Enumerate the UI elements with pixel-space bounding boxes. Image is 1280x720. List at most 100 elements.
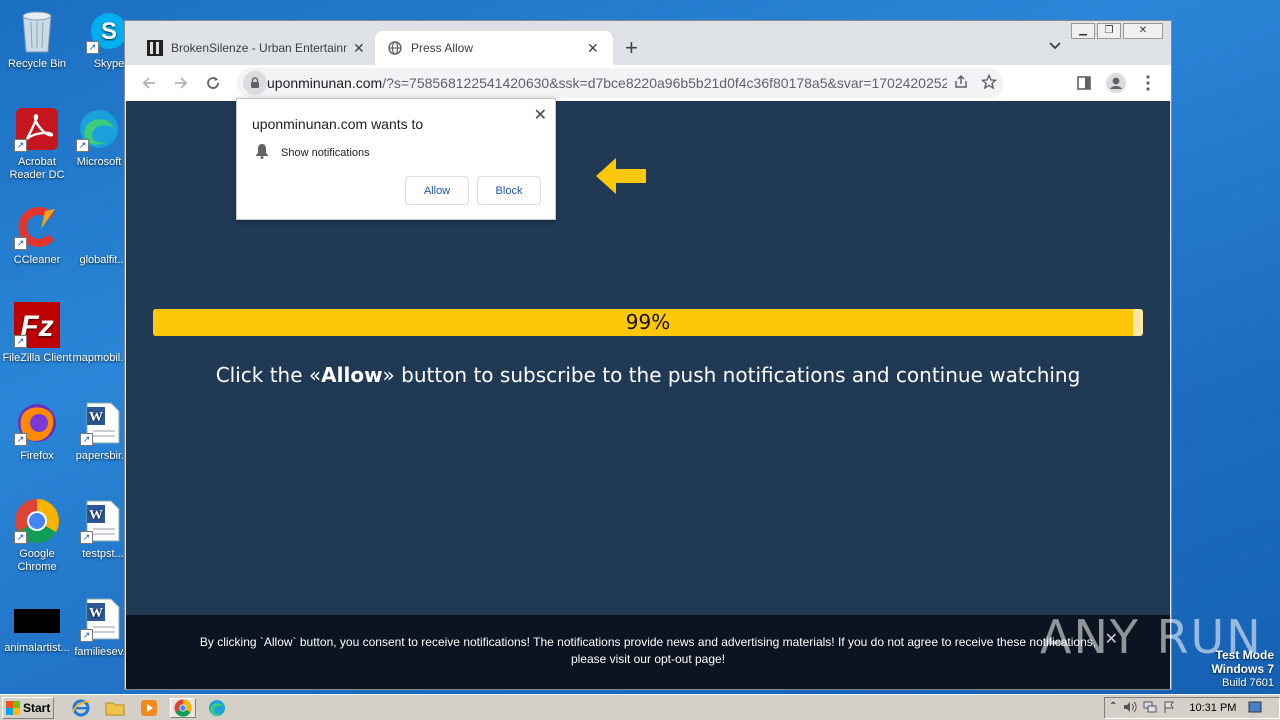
tab-search-chevron-icon[interactable] [1049, 39, 1061, 53]
chrome-icon: ↗ [14, 498, 60, 544]
word-document-icon: W ↗ [80, 400, 126, 446]
bookmark-star-icon[interactable] [981, 74, 997, 90]
desktop-icon-label: Skype [93, 58, 125, 70]
taskbar: Start ⌃ 10:31 PM [0, 694, 1280, 720]
desktop-icon-label: Recycle Bin [7, 58, 67, 70]
forward-button[interactable] [165, 67, 197, 99]
globe-icon [387, 40, 403, 56]
progress-label: 99% [625, 310, 671, 334]
headline-text: Click the « [215, 363, 322, 387]
test-mode-label: Test Mode [1215, 648, 1274, 662]
tab-brokensilenze[interactable]: BrokenSilenze - Urban Entertainment ✕ [135, 31, 377, 65]
consent-text: ! [721, 652, 726, 666]
arrow-right-icon [175, 77, 188, 89]
svg-text:S: S [101, 18, 117, 45]
profile-avatar-icon[interactable] [1101, 68, 1131, 98]
desktop-icon-animalartist[interactable]: animalartist... [0, 604, 74, 655]
desktop-icon-filezilla[interactable]: Fz ↗ FileZilla Client [0, 302, 74, 365]
chrome-taskbar-icon[interactable] [170, 698, 196, 718]
word-document-icon: W ↗ [80, 498, 126, 544]
url-host: uponminunan.com [267, 75, 383, 91]
filezilla-icon: Fz ↗ [14, 302, 60, 348]
desktop-icon-google-chrome[interactable]: ↗ Google Chrome [0, 498, 74, 574]
side-panel-icon[interactable] [1069, 68, 1099, 98]
tab-strip: BrokenSilenze - Urban Entertainment ✕ Pr… [125, 29, 1171, 65]
prompt-title: uponminunan.com wants to [252, 116, 424, 132]
start-button[interactable]: Start [2, 697, 54, 719]
black-thumbnail-icon [14, 604, 60, 638]
desktop-icon-firefox[interactable]: ↗ Firefox [0, 400, 74, 463]
headline-text: » button to subscribe to the push notifi… [382, 363, 1081, 387]
blank-document-icon [80, 204, 126, 250]
tray-chevron-up-icon[interactable]: ⌃ [1109, 701, 1117, 716]
prompt-close-icon[interactable]: ✕ [534, 105, 547, 125]
edge-taskbar-icon[interactable] [204, 698, 230, 718]
edge-icon: ↗ [76, 106, 122, 152]
back-button[interactable] [133, 67, 165, 99]
ccleaner-icon: ↗ [14, 204, 60, 250]
desktop-icon-label: Microsoft [76, 156, 122, 168]
tab-close-icon[interactable]: ✕ [587, 40, 599, 57]
desktop-icon-ccleaner[interactable]: ↗ CCleaner [0, 204, 74, 267]
desktop-icon-recycle-bin[interactable]: Recycle Bin [0, 8, 74, 71]
reload-button[interactable] [197, 67, 229, 99]
share-icon[interactable] [953, 74, 969, 90]
media-player-icon[interactable] [136, 698, 162, 718]
svg-text:W: W [89, 410, 103, 425]
progress-bar: 99% [153, 309, 1143, 336]
consent-text-line2: please visit our opt-out page! [126, 651, 1170, 668]
desktop-icon-label: testpst... [82, 548, 124, 560]
consent-text: By clicking `Allow` button, you consent … [199, 635, 1097, 649]
word-document-icon: W ↗ [80, 596, 126, 642]
headline-bold-allow: Allow [321, 363, 383, 387]
tab-title: BrokenSilenze - Urban Entertainment [171, 41, 347, 55]
volume-icon[interactable] [1123, 701, 1137, 716]
ie-icon[interactable] [68, 698, 94, 718]
windows-version-label: Windows 7 [1211, 662, 1274, 676]
permission-label: Show notifications [281, 146, 370, 159]
system-tray: ⌃ 10:31 PM [1104, 697, 1280, 719]
recycle-bin-icon [14, 8, 60, 54]
acrobat-icon: ↗ [14, 106, 60, 152]
allow-button[interactable]: Allow [405, 176, 469, 205]
desktop-icon-label: mapmobil... [72, 352, 130, 364]
system-info: Test Mode Windows 7 Build 7601 [1211, 648, 1274, 690]
desktop-icon-label: Google Chrome [17, 548, 57, 573]
start-label: Start [23, 701, 51, 715]
tab-close-icon[interactable]: ✕ [353, 40, 365, 57]
quick-launch [68, 698, 230, 718]
desktop-icon-label: globalfit... [79, 254, 127, 266]
folder-icon[interactable] [102, 698, 128, 718]
opt-out-link[interactable]: opt-out page [654, 652, 721, 666]
svg-text:W: W [89, 606, 103, 621]
tab-press-allow[interactable]: Press Allow ✕ [375, 31, 613, 65]
lock-icon[interactable] [243, 71, 267, 95]
show-desktop-icon[interactable] [1248, 701, 1262, 716]
windows-flag-icon [6, 701, 20, 715]
desktop-icon-label: animalartist... [4, 642, 70, 654]
desktop-icon-label: FileZilla Client [2, 352, 72, 364]
desktop-icon-label: CCleaner [13, 254, 61, 266]
arrow-left-icon [594, 155, 648, 202]
block-button[interactable]: Block [477, 176, 541, 205]
prompt-permission-row: Show notifications [255, 143, 370, 162]
kebab-menu-icon[interactable] [1133, 68, 1163, 98]
firefox-icon: ↗ [14, 400, 60, 446]
svg-text:W: W [89, 508, 103, 523]
reload-icon [207, 77, 219, 89]
browser-toolbar: uponminunan.com/?s=758568122541420630&ss… [125, 65, 1171, 101]
consent-text: please visit our [570, 652, 655, 666]
network-icon[interactable] [1143, 701, 1157, 716]
new-tab-button[interactable]: + [625, 35, 638, 61]
bell-icon [255, 143, 269, 162]
action-center-flag-icon[interactable] [1163, 701, 1175, 716]
consent-banner: By clicking `Allow` button, you consent … [126, 615, 1170, 689]
desktop-icon-label: Acrobat Reader DC [9, 156, 65, 181]
build-label: Build 7601 [1222, 677, 1274, 689]
arrow-left-icon [142, 77, 155, 89]
toolbar-right [1069, 68, 1163, 98]
desktop-icon-label: papersbir... [75, 450, 131, 462]
site-favicon-icon [147, 40, 163, 56]
address-bar[interactable]: uponminunan.com/?s=758568122541420630&ss… [237, 68, 1003, 98]
omnibox-actions [947, 74, 997, 90]
